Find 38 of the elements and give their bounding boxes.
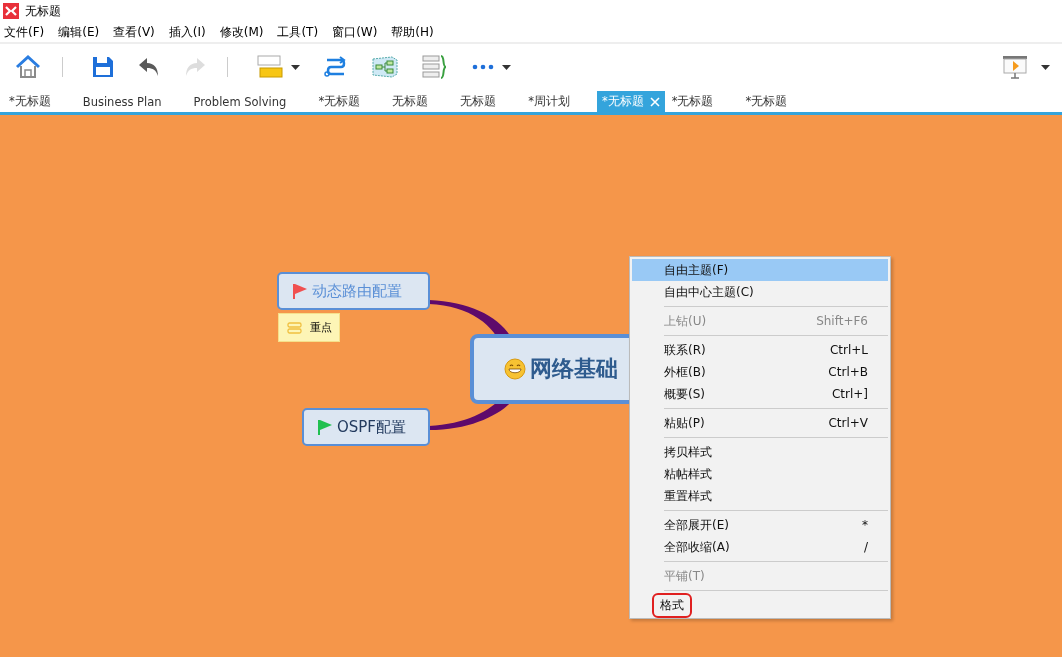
document-tab[interactable]: *无标题 [740, 91, 793, 112]
document-tab[interactable]: *无标题 [313, 91, 366, 112]
document-tab[interactable]: Problem Solving [188, 91, 292, 112]
menu-item[interactable]: 文件(F) [4, 23, 45, 41]
topic-node[interactable]: OSPF配置 [302, 408, 430, 446]
label-tag[interactable]: 重点 [278, 313, 340, 342]
context-menu-item[interactable]: 格式 [632, 594, 888, 616]
context-menu-item[interactable]: 粘贴(P) Ctrl+V [632, 412, 888, 434]
context-menu-item[interactable]: 粘帖样式 [632, 463, 888, 485]
more-icon[interactable] [472, 64, 494, 70]
menu-item[interactable]: 编辑(E) [58, 23, 100, 41]
context-menu-item[interactable]: 自由主题(F) [632, 259, 888, 281]
caret-icon[interactable] [1041, 64, 1050, 70]
context-menu-item[interactable]: 全部展开(E) * [632, 514, 888, 536]
label-icon [287, 321, 302, 334]
app-logo-icon [3, 3, 19, 19]
menu-item[interactable]: 修改(M) [219, 23, 264, 41]
menu-item[interactable]: 工具(T) [277, 23, 319, 41]
context-menu-item[interactable]: 拷贝样式 [632, 441, 888, 463]
caret-icon[interactable] [502, 64, 511, 70]
context-menu-item[interactable]: 全部收缩(A) / [632, 536, 888, 558]
menu-item[interactable]: 帮助(H) [391, 23, 434, 41]
document-tab[interactable]: *无标题 [4, 91, 56, 112]
context-menu-item[interactable]: 重置样式 [632, 485, 888, 507]
caret-icon[interactable] [291, 64, 300, 70]
document-tab[interactable]: 无标题 [455, 91, 502, 112]
menu-item[interactable]: 插入(I) [168, 23, 206, 41]
window-title: 无标题 [25, 2, 61, 20]
grin-emoji-icon [504, 358, 526, 380]
context-menu-item[interactable]: 自由中心主题(C) [632, 281, 888, 303]
document-tab[interactable]: *无标题 [666, 91, 719, 112]
menu-item[interactable]: 查看(V) [113, 23, 155, 41]
presentation-icon[interactable] [1003, 55, 1027, 79]
document-tab[interactable]: 无标题 [387, 91, 434, 112]
menu-item[interactable]: 窗口(W) [332, 23, 378, 41]
document-tab[interactable]: Business Plan [77, 91, 167, 112]
document-tab[interactable]: *周计划 [523, 91, 575, 112]
close-icon[interactable] [649, 96, 660, 107]
